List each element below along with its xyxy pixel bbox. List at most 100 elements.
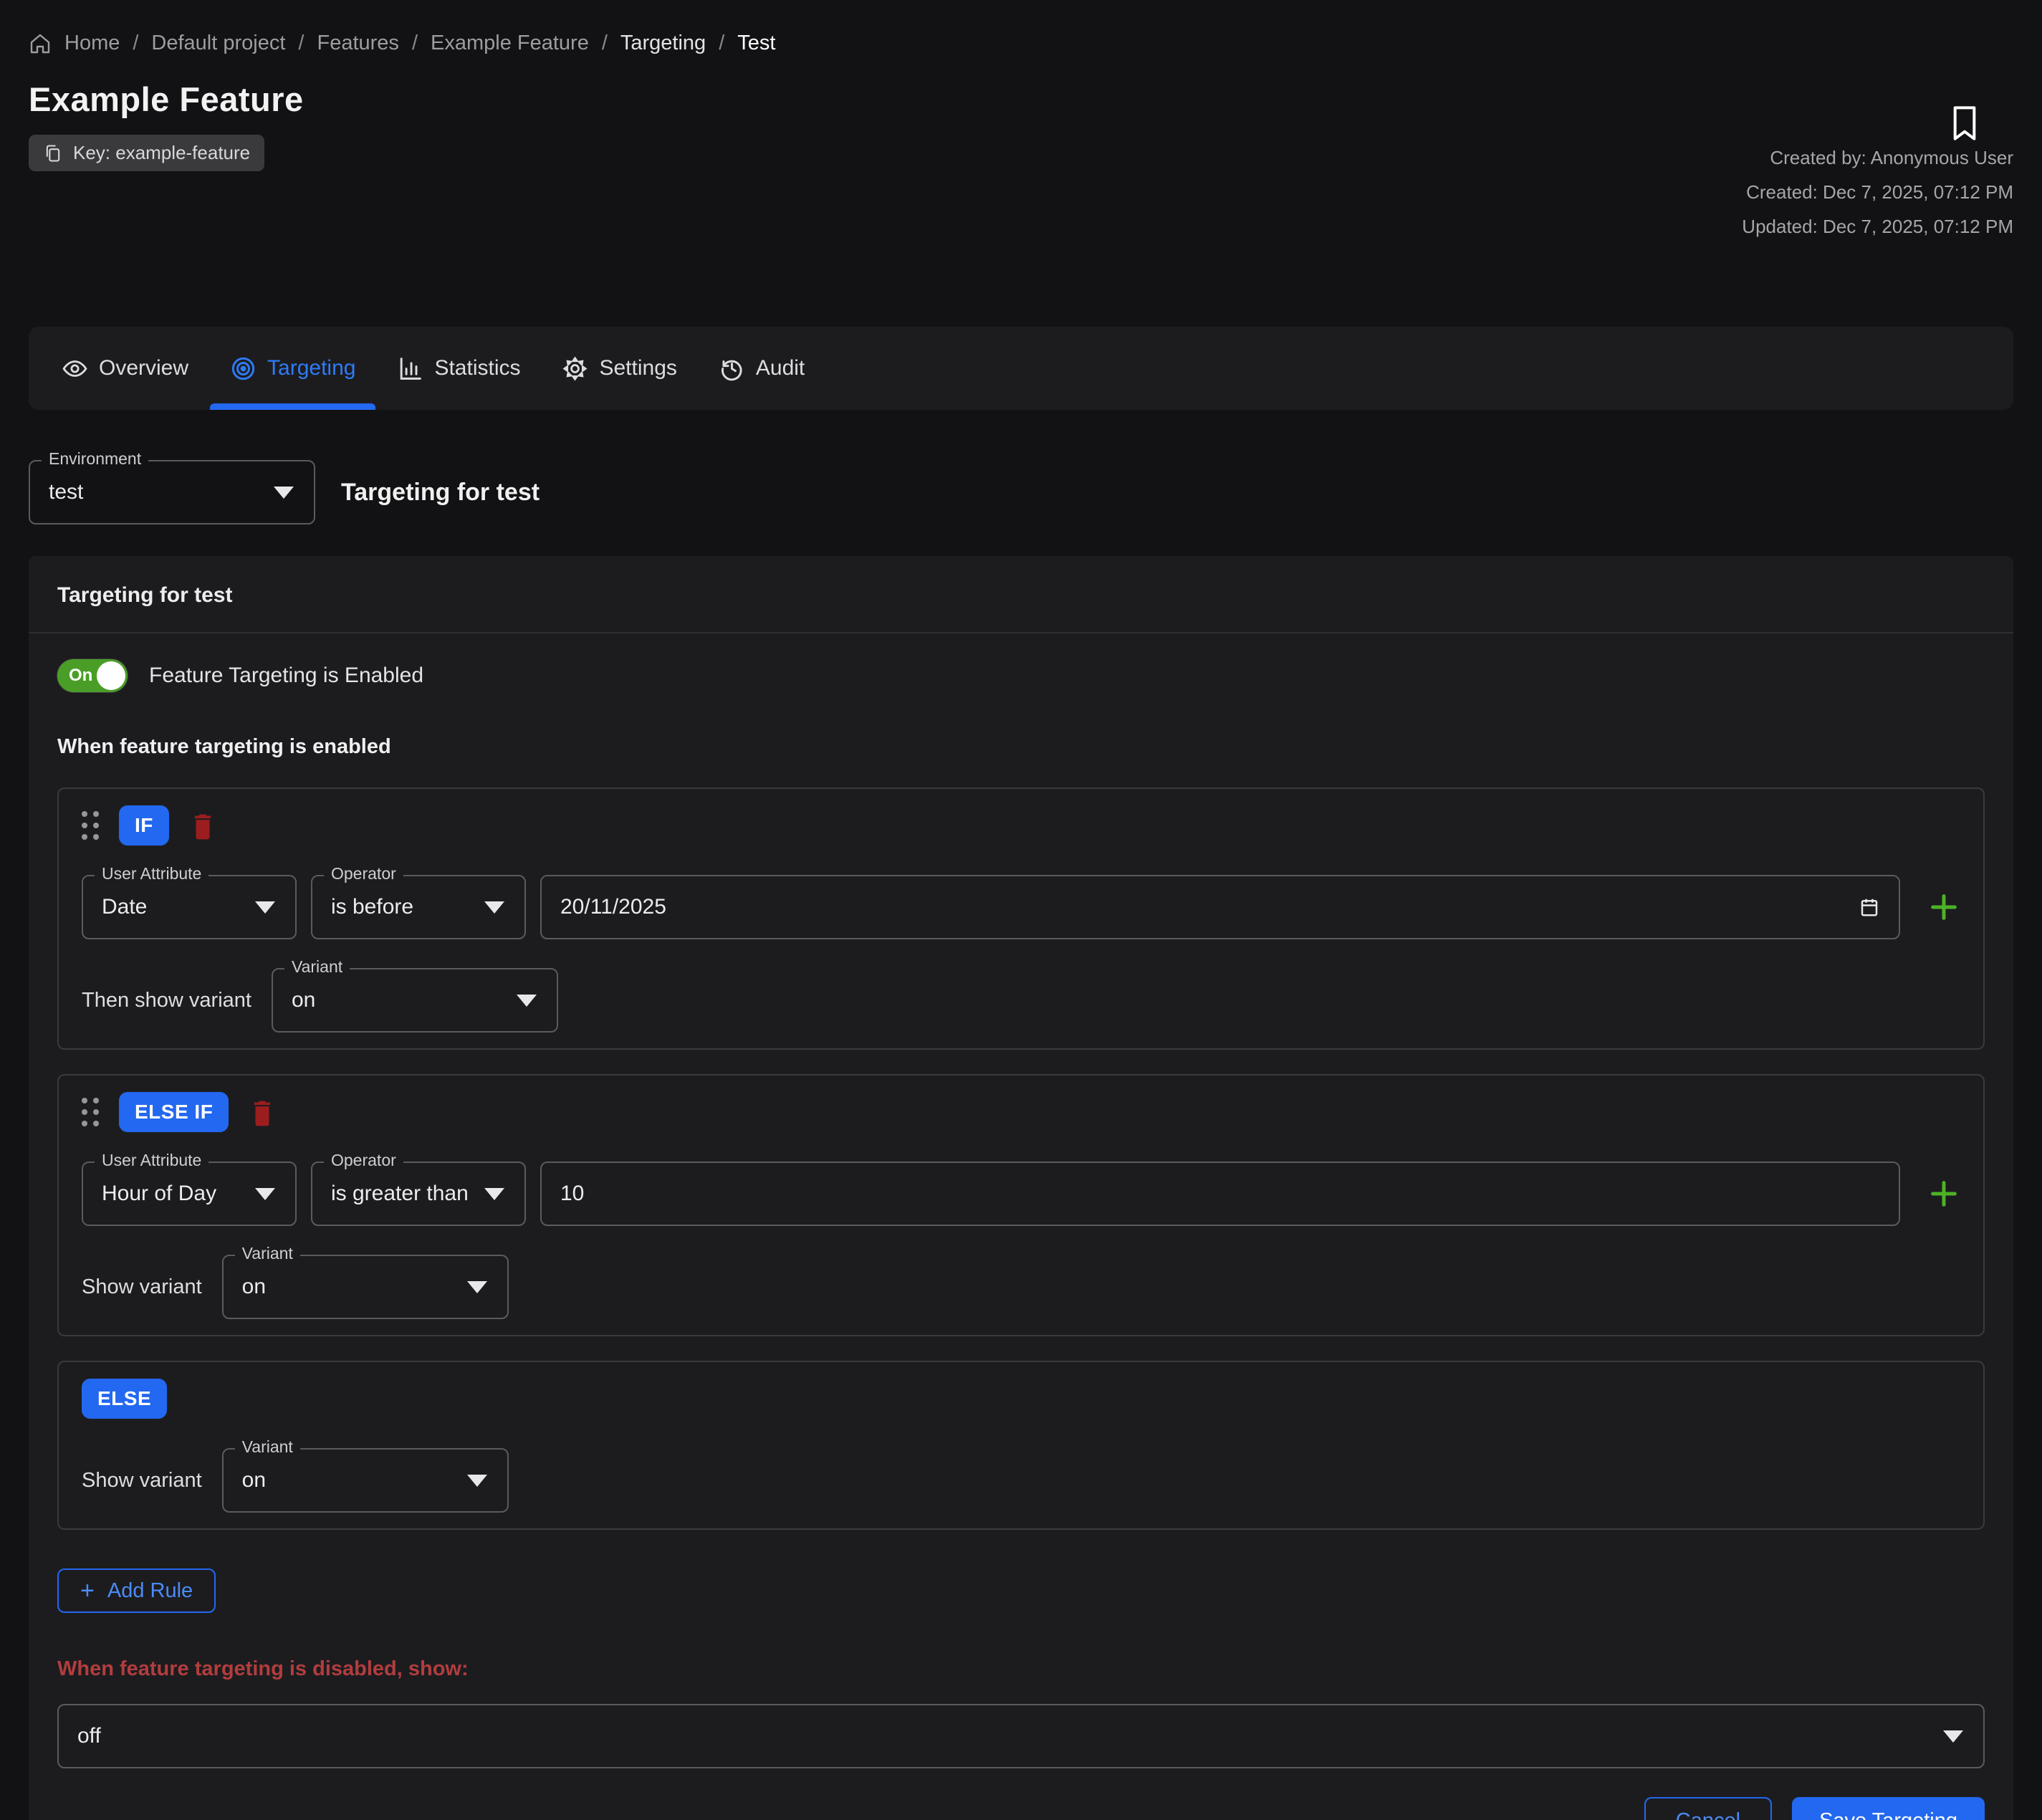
operator-value: is before [331,895,413,919]
condition-value-input[interactable]: 10 [540,1162,1900,1226]
feature-enabled-toggle[interactable]: On [57,659,128,692]
variant-select[interactable]: Variant on [222,1448,509,1513]
plus-icon [1927,891,1960,924]
toggle-state-label: On [69,666,92,686]
variant-prefix: Then show variant [82,989,251,1012]
feature-toggle-row: On Feature Targeting is Enabled [57,659,1985,692]
rule-badge-else-if: ELSE IF [119,1092,229,1132]
breadcrumb-targeting[interactable]: Targeting [620,32,706,55]
delete-rule-button[interactable] [249,1096,276,1128]
targeting-card-header: Targeting for test [29,556,2013,633]
disabled-variant-value: off [77,1724,101,1748]
tab-overview[interactable]: Overview [62,327,188,410]
breadcrumb-separator: / [412,32,418,55]
targeting-card-title: Targeting for test [57,583,1985,608]
user-attribute-select[interactable]: User Attribute Hour of Day [82,1162,297,1226]
bookmark-button[interactable] [1950,105,1979,142]
user-attribute-value: Hour of Day [102,1182,216,1206]
variant-label: Variant [284,957,350,977]
feature-key-label: Key: example-feature [73,142,250,164]
breadcrumb-separator: / [602,32,608,55]
variant-label: Variant [235,1437,300,1457]
disabled-section-heading: When feature targeting is disabled, show… [57,1657,1985,1681]
breadcrumb-separator: / [298,32,304,55]
bar-chart-icon [397,355,423,382]
targeting-card: Targeting for test On Feature Targeting … [29,556,2013,1820]
breadcrumb-feature[interactable]: Example Feature [431,32,589,55]
operator-value: is greater than [331,1182,469,1206]
add-rule-button[interactable]: + Add Rule [57,1568,216,1613]
variant-label: Variant [235,1244,300,1263]
tab-audit[interactable]: Audit [719,327,805,410]
footer-actions: Cancel Save Targeting [57,1797,1985,1820]
rule-header: IF [82,805,1960,846]
toggle-knob [97,661,125,690]
tab-label: Targeting [267,356,355,380]
rule-variant-row: Show variant Variant on [82,1448,1960,1513]
feature-meta: Created by: Anonymous User Created: Dec … [1742,140,2013,244]
variant-value: on [292,988,315,1012]
breadcrumb-home[interactable]: Home [64,32,120,55]
breadcrumb: Home / Default project / Features / Exam… [29,32,2013,55]
variant-select[interactable]: Variant on [222,1255,509,1319]
add-condition-button[interactable] [1927,1177,1960,1210]
target-icon [230,355,257,382]
feature-enabled-label: Feature Targeting is Enabled [149,664,423,688]
trash-icon [189,810,216,841]
operator-select[interactable]: Operator is before [311,875,526,939]
environment-row: Environment test Targeting for test [29,460,2013,525]
plus-icon: + [80,1579,95,1603]
feature-targeting-page: Home / Default project / Features / Exam… [0,0,2042,1820]
gear-icon [562,355,588,382]
breadcrumb-features[interactable]: Features [317,32,398,55]
rule-header: ELSE [82,1378,1960,1419]
home-icon [29,32,52,55]
drag-handle-icon[interactable] [82,811,99,840]
user-attribute-label: User Attribute [95,1151,208,1170]
rule-else: ELSE Show variant Variant on [57,1361,1985,1530]
tab-statistics[interactable]: Statistics [397,327,520,410]
add-condition-button[interactable] [1927,891,1960,924]
chevron-down-icon [467,1281,487,1293]
save-targeting-button[interactable]: Save Targeting [1792,1797,1985,1820]
plus-icon [1927,1177,1960,1210]
delete-rule-button[interactable] [189,810,216,841]
chevron-down-icon [484,1188,504,1200]
environment-select-value: test [49,480,83,504]
eye-icon [62,355,88,382]
chevron-down-icon [274,487,294,499]
operator-select[interactable]: Operator is greater than [311,1162,526,1226]
breadcrumb-separator: / [133,32,138,55]
variant-value: on [242,1468,266,1493]
disabled-variant-select[interactable]: off [57,1704,1985,1768]
tab-label: Audit [756,356,805,380]
rule-variant-row: Then show variant Variant on [82,968,1960,1033]
variant-value: on [242,1275,266,1299]
tab-label: Statistics [434,356,520,380]
created-at: Created: Dec 7, 2025, 07:12 PM [1742,175,2013,209]
drag-handle-icon[interactable] [82,1098,99,1126]
calendar-icon [1859,896,1880,918]
created-by: Created by: Anonymous User [1742,140,2013,175]
tab-targeting[interactable]: Targeting [230,327,355,410]
feature-key-chip[interactable]: Key: example-feature [29,135,264,171]
condition-value: 10 [560,1182,584,1206]
rule-variant-row: Show variant Variant on [82,1255,1960,1319]
condition-value-date-input[interactable]: 20/11/2025 [540,875,1900,939]
breadcrumb-project[interactable]: Default project [151,32,285,55]
operator-label: Operator [324,1151,403,1170]
user-attribute-select[interactable]: User Attribute Date [82,875,297,939]
chevron-down-icon [1943,1730,1963,1743]
tab-label: Overview [99,356,188,380]
breadcrumb-separator: / [719,32,724,55]
variant-select[interactable]: Variant on [272,968,558,1033]
tab-settings[interactable]: Settings [562,327,676,410]
cancel-button[interactable]: Cancel [1644,1797,1772,1820]
enabled-section-heading: When feature targeting is enabled [57,735,1985,759]
rule-badge-else: ELSE [82,1379,167,1419]
environment-select[interactable]: Environment test [29,460,315,525]
chevron-down-icon [484,901,504,914]
trash-icon [249,1096,276,1128]
rule-if: IF User Attribute Date Operator is befor… [57,787,1985,1050]
targeting-heading: Targeting for test [341,479,540,507]
